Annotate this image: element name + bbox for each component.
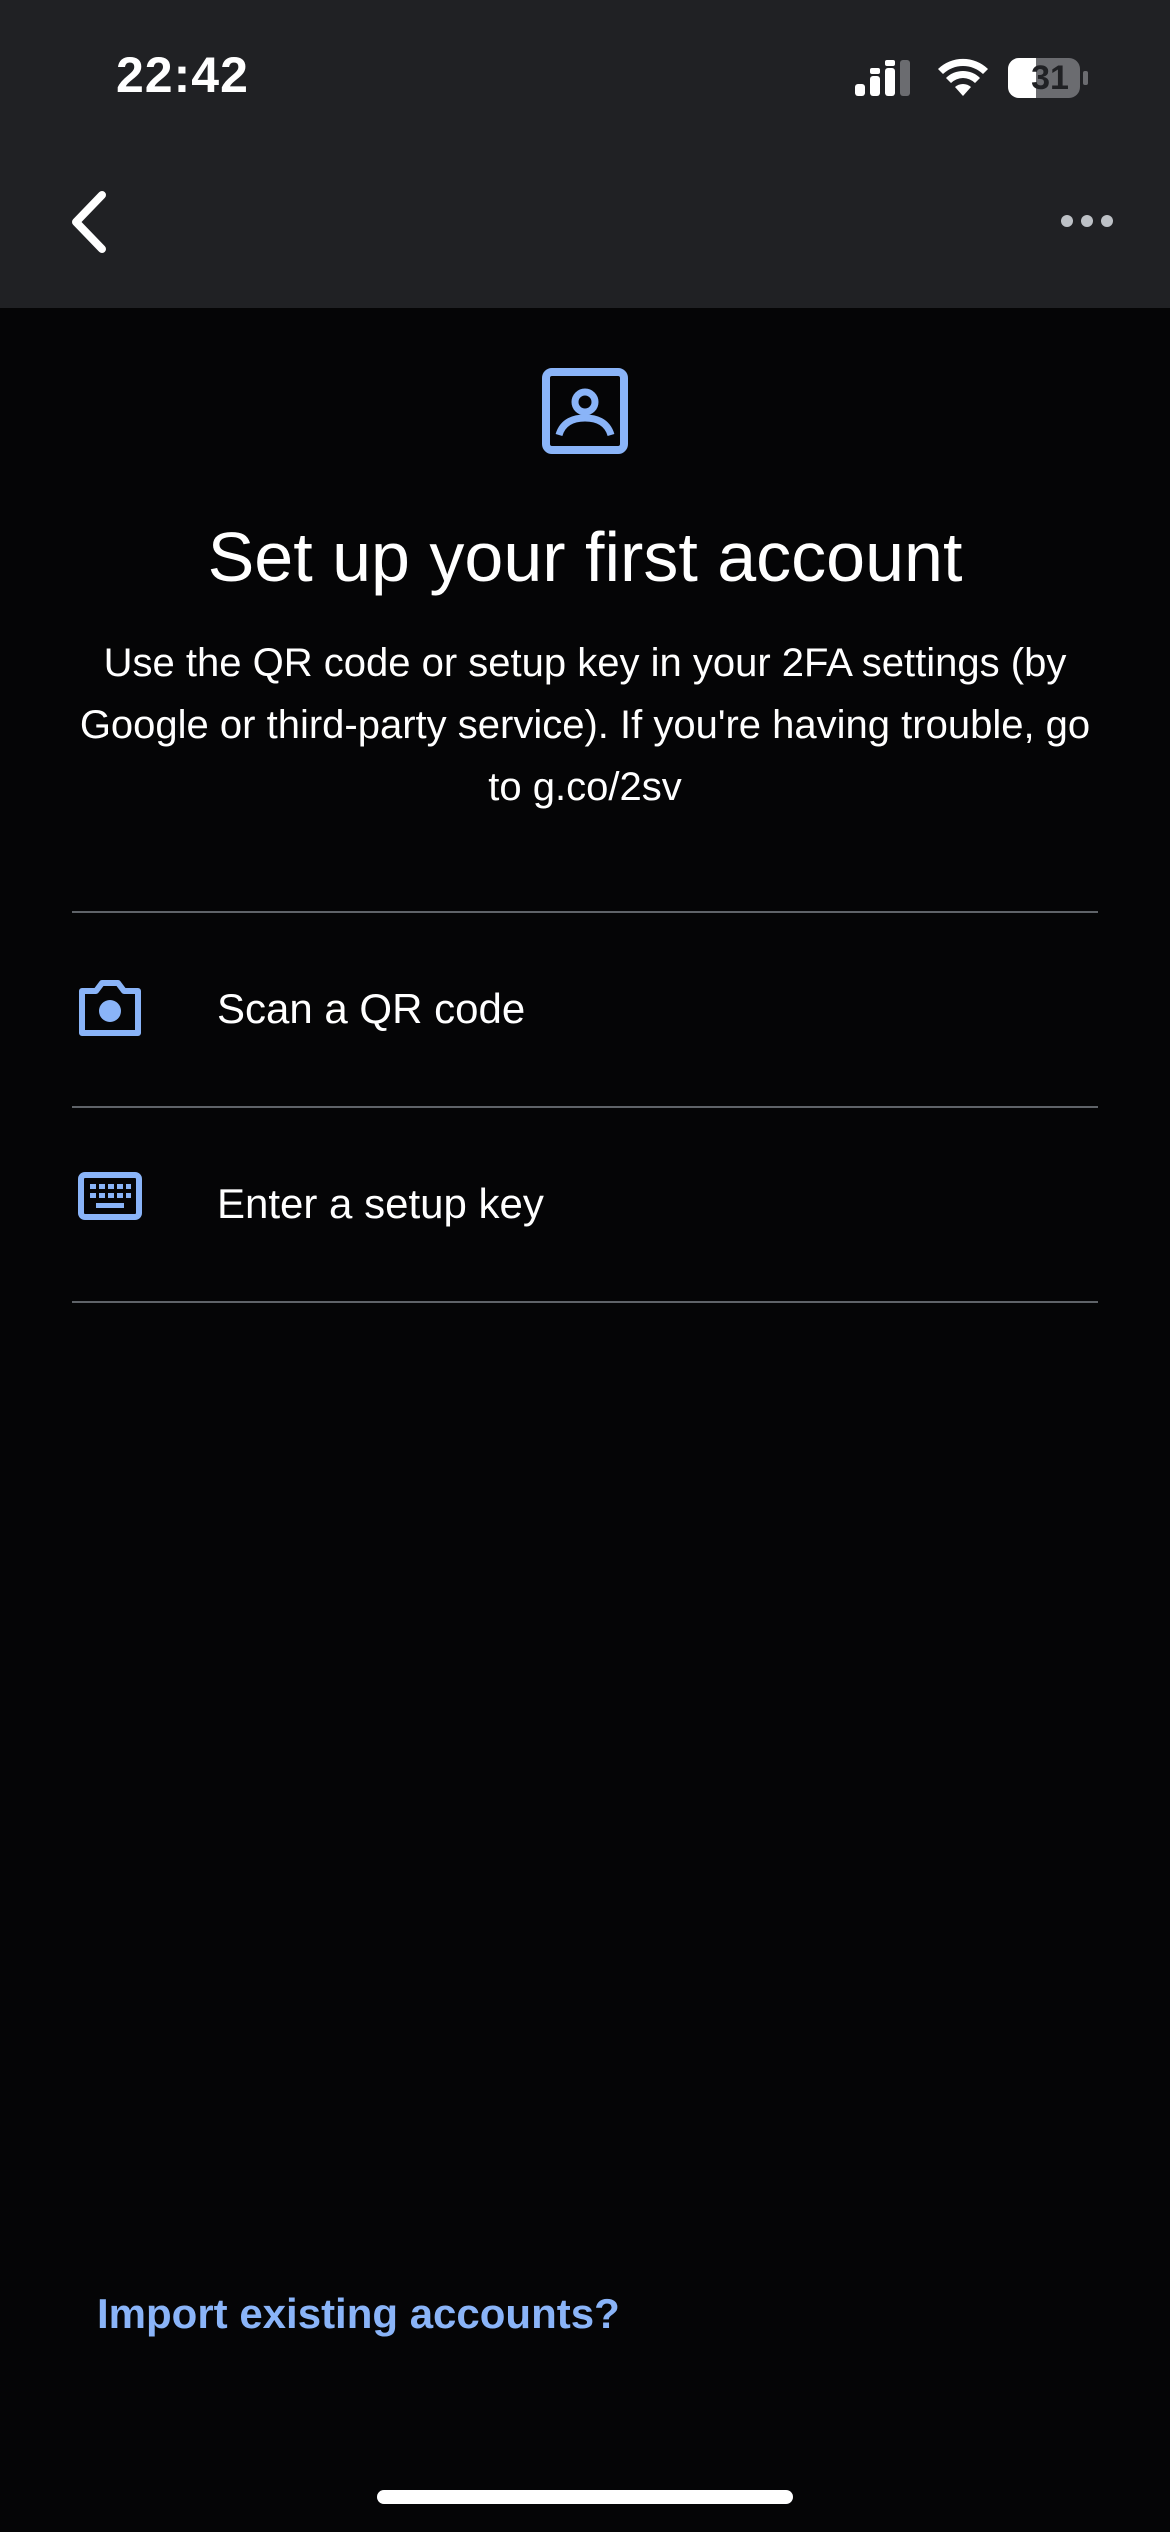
- list-divider: [72, 1301, 1098, 1303]
- status-time: 22:42: [116, 47, 249, 103]
- home-indicator[interactable]: [377, 2490, 793, 2504]
- import-existing-accounts-link[interactable]: Import existing accounts?: [97, 2290, 620, 2338]
- enter-setup-key-option[interactable]: Enter a setup key: [72, 1108, 1098, 1300]
- keyboard-icon: [78, 1172, 142, 1225]
- more-options-button[interactable]: [1052, 200, 1122, 246]
- chevron-left-icon: [66, 189, 110, 260]
- wifi-icon: [936, 56, 990, 103]
- scan-qr-code-option[interactable]: Scan a QR code: [72, 913, 1098, 1105]
- scan-qr-code-label: Scan a QR code: [217, 985, 526, 1032]
- enter-setup-key-label: Enter a setup key: [217, 1180, 544, 1227]
- account-box-icon: [541, 367, 629, 460]
- back-button[interactable]: [58, 188, 118, 260]
- page-description: Use the QR code or setup key in your 2FA…: [79, 641, 1091, 809]
- signal-icon: [853, 58, 915, 103]
- more-horizontal-icon: [1060, 214, 1114, 233]
- top-app-bar: 22:42 31: [0, 0, 1170, 308]
- camera-icon: [78, 977, 142, 1042]
- page-title: Set up your first account: [207, 518, 963, 596]
- battery-level-text: 31: [1031, 59, 1069, 97]
